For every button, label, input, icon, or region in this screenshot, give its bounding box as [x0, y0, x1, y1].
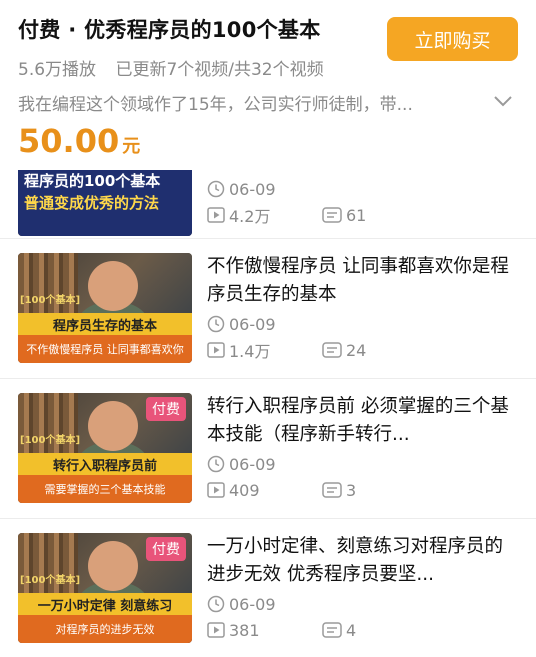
play-icon	[207, 622, 225, 638]
clock-icon	[207, 180, 225, 198]
date-text: 06-09	[229, 594, 276, 614]
danmaku-icon	[322, 342, 342, 358]
thumbnail-band-1: 转行入职程序员前	[18, 453, 192, 475]
video-title[interactable]: 转行入职程序员前 必须掌握的三个基本技能（程序新手转行...	[207, 393, 518, 449]
video-info: 不作傲慢程序员 让同事都喜欢你是程序员生存的基本 06-09 1.4万 24	[207, 253, 518, 363]
play-count: 5.6万播放	[18, 60, 97, 80]
thumbnail-tag: [100个基本]	[20, 435, 81, 446]
thumbnail-band-2: 不作傲慢程序员 让同事都喜欢你	[18, 335, 192, 363]
video-title[interactable]: 一万小时定律、刻意练习对程序员的进步无效 优秀程序员要坚...	[207, 533, 518, 589]
person-head-image	[88, 401, 138, 451]
thumbnail-band-2: 对程序员的进步无效	[18, 615, 192, 643]
video-stats: 381 4	[207, 617, 518, 643]
date-text: 06-09	[229, 179, 276, 199]
video-info: 06-09 4.2万 61	[207, 174, 518, 228]
play-icon	[207, 207, 225, 223]
list-item[interactable]: 程序员的100个基本 普通变成优秀的方法 06-09 4.2万 61	[0, 170, 536, 239]
price-value: 50.00	[18, 122, 120, 160]
list-item[interactable]: [100个基本] 付费 一万小时定律 刻意练习 对程序员的进步无效 一万小时定律…	[0, 519, 536, 657]
danmaku-stat: 61	[322, 206, 437, 225]
date-text: 06-09	[229, 454, 276, 474]
clock-icon	[207, 455, 225, 473]
play-stat: 381	[207, 621, 322, 640]
upload-date: 06-09	[207, 591, 518, 617]
danmaku-stat: 24	[322, 341, 437, 360]
danmaku-count-text: 24	[346, 340, 367, 360]
video-title[interactable]: 不作傲慢程序员 让同事都喜欢你是程序员生存的基本	[207, 253, 518, 309]
thumbnail-line-1: 程序员的100个基本	[24, 172, 161, 190]
danmaku-count-text: 3	[346, 480, 357, 500]
price-unit: 元	[122, 136, 141, 157]
upload-date: 06-09	[207, 176, 518, 202]
video-list: 程序员的100个基本 普通变成优秀的方法 06-09 4.2万 61 [100个…	[0, 170, 536, 657]
buy-now-button[interactable]: 立即购买	[387, 17, 518, 61]
video-thumbnail[interactable]: [100个基本] 付费 一万小时定律 刻意练习 对程序员的进步无效	[18, 533, 192, 643]
play-stat: 409	[207, 481, 322, 500]
video-thumbnail[interactable]: 程序员的100个基本 普通变成优秀的方法	[18, 170, 192, 236]
play-icon	[207, 482, 225, 498]
course-header: 付费 · 优秀程序员的100个基本 立即购买 5.6万播放 已更新7个视频/共3…	[0, 0, 536, 170]
list-item[interactable]: [100个基本] 程序员生存的基本 不作傲慢程序员 让同事都喜欢你 不作傲慢程序…	[0, 239, 536, 379]
play-count-text: 381	[229, 620, 260, 640]
thumbnail-band-1: 程序员生存的基本	[18, 313, 192, 335]
person-head-image	[88, 541, 138, 591]
thumbnail-caption: 程序员的100个基本 普通变成优秀的方法	[18, 170, 192, 236]
play-stat: 1.4万	[207, 338, 322, 362]
play-icon	[207, 342, 225, 358]
danmaku-count-text: 61	[346, 205, 367, 225]
video-stats: 1.4万 24	[207, 337, 518, 363]
danmaku-icon	[322, 622, 342, 638]
person-head-image	[88, 261, 138, 311]
course-title: 付费 · 优秀程序员的100个基本	[18, 18, 321, 42]
clock-icon	[207, 315, 225, 333]
video-stats: 4.2万 61	[207, 202, 518, 228]
video-info: 转行入职程序员前 必须掌握的三个基本技能（程序新手转行... 06-09 409…	[207, 393, 518, 503]
list-item[interactable]: [100个基本] 付费 转行入职程序员前 需要掌握的三个基本技能 转行入职程序员…	[0, 379, 536, 519]
paid-badge: 付费	[146, 397, 186, 421]
play-stat: 4.2万	[207, 203, 322, 227]
play-count-text: 1.4万	[229, 342, 271, 361]
update-info: 已更新7个视频/共32个视频	[115, 60, 324, 80]
video-stats: 409 3	[207, 477, 518, 503]
thumbnail-band-2: 需要掌握的三个基本技能	[18, 475, 192, 503]
price: 50.00 元	[18, 122, 140, 160]
upload-date: 06-09	[207, 451, 518, 477]
thumbnail-tag: [100个基本]	[20, 575, 81, 586]
video-thumbnail[interactable]: [100个基本] 付费 转行入职程序员前 需要掌握的三个基本技能	[18, 393, 192, 503]
play-count-text: 409	[229, 480, 260, 500]
video-info: 一万小时定律、刻意练习对程序员的进步无效 优秀程序员要坚... 06-09 38…	[207, 533, 518, 643]
upload-date: 06-09	[207, 311, 518, 337]
play-count-text: 4.2万	[229, 207, 271, 226]
date-text: 06-09	[229, 314, 276, 334]
course-description[interactable]: 我在编程这个领域作了15年，公司实行师徒制，带...	[18, 90, 468, 115]
danmaku-stat: 3	[322, 481, 437, 500]
thumbnail-line-2: 普通变成优秀的方法	[24, 194, 160, 212]
danmaku-icon	[322, 207, 342, 223]
video-thumbnail[interactable]: [100个基本] 程序员生存的基本 不作傲慢程序员 让同事都喜欢你	[18, 253, 192, 363]
clock-icon	[207, 595, 225, 613]
thumbnail-band-1: 一万小时定律 刻意练习	[18, 593, 192, 615]
course-stats: 5.6万播放 已更新7个视频/共32个视频	[18, 55, 338, 80]
chevron-down-icon[interactable]	[492, 90, 514, 112]
danmaku-stat: 4	[322, 621, 437, 640]
paid-badge: 付费	[146, 537, 186, 561]
danmaku-count-text: 4	[346, 620, 357, 640]
danmaku-icon	[322, 482, 342, 498]
thumbnail-tag: [100个基本]	[20, 295, 81, 306]
